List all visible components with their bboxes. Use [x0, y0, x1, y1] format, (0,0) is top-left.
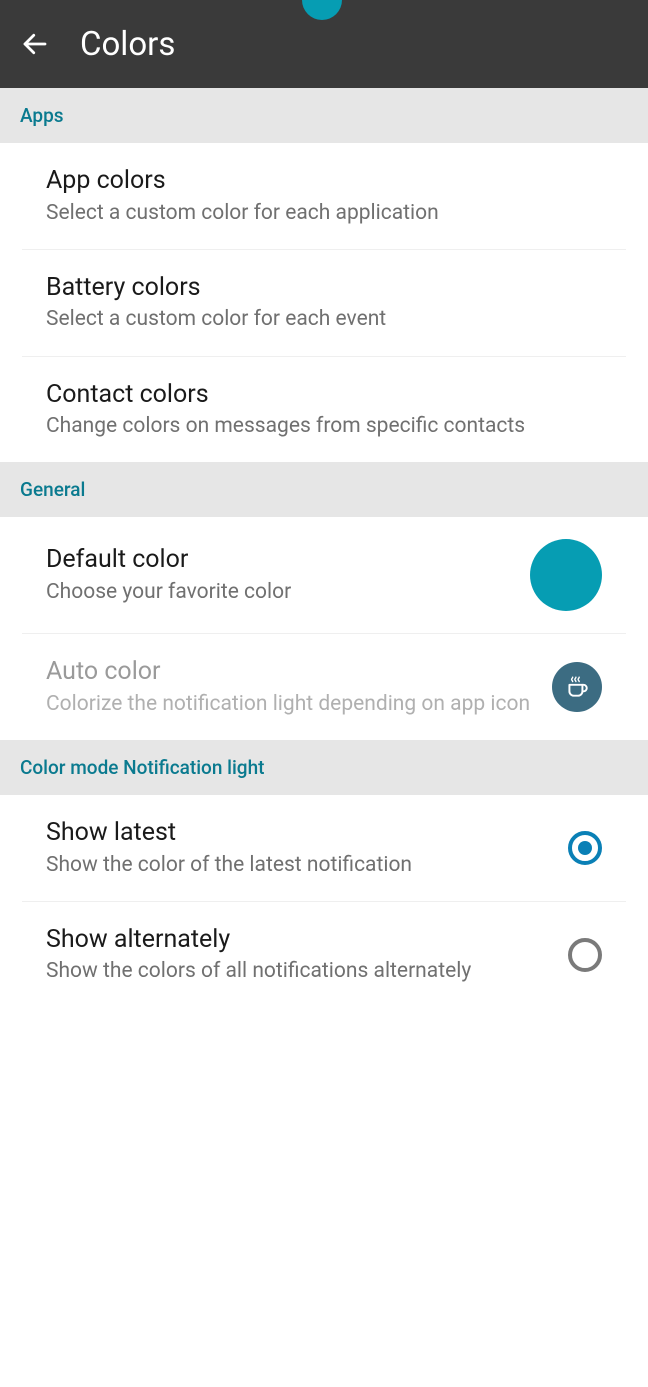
item-subtitle: Choose your favorite color	[46, 579, 530, 606]
item-subtitle: Show the color of the latest notificatio…	[46, 852, 568, 879]
battery-colors-item[interactable]: Battery colors Select a custom color for…	[22, 250, 626, 357]
coffee-icon	[552, 662, 602, 712]
color-swatch[interactable]	[530, 539, 602, 611]
status-indicator-circle	[302, 0, 342, 20]
appbar: Colors	[0, 0, 648, 88]
item-subtitle: Change colors on messages from specific …	[46, 413, 602, 440]
item-title: Battery colors	[46, 272, 602, 305]
item-title: App colors	[46, 165, 602, 198]
auto-color-item[interactable]: Auto color Colorize the notification lig…	[22, 634, 626, 740]
item-title: Default color	[46, 544, 530, 577]
item-subtitle: Select a custom color for each event	[46, 306, 602, 333]
item-title: Show alternately	[46, 924, 568, 957]
back-icon[interactable]	[20, 29, 50, 59]
page-title: Colors	[80, 25, 175, 64]
section-header-general: General	[0, 462, 648, 517]
item-title: Show latest	[46, 817, 568, 850]
radio-show-alternately[interactable]	[568, 938, 602, 972]
default-color-item[interactable]: Default color Choose your favorite color	[22, 517, 626, 634]
item-subtitle: Show the colors of all notifications alt…	[46, 958, 568, 985]
section-header-color-mode: Color mode Notification light	[0, 740, 648, 795]
item-title: Auto color	[46, 656, 552, 689]
show-alternately-item[interactable]: Show alternately Show the colors of all …	[22, 902, 626, 1008]
show-latest-item[interactable]: Show latest Show the color of the latest…	[22, 795, 626, 902]
contact-colors-item[interactable]: Contact colors Change colors on messages…	[22, 357, 626, 463]
section-header-apps: Apps	[0, 88, 648, 143]
item-subtitle: Colorize the notification light dependin…	[46, 691, 552, 718]
item-subtitle: Select a custom color for each applicati…	[46, 200, 602, 227]
item-title: Contact colors	[46, 379, 602, 412]
app-colors-item[interactable]: App colors Select a custom color for eac…	[22, 143, 626, 250]
radio-show-latest[interactable]	[568, 831, 602, 865]
content-area: Apps App colors Select a custom color fo…	[0, 88, 648, 1008]
